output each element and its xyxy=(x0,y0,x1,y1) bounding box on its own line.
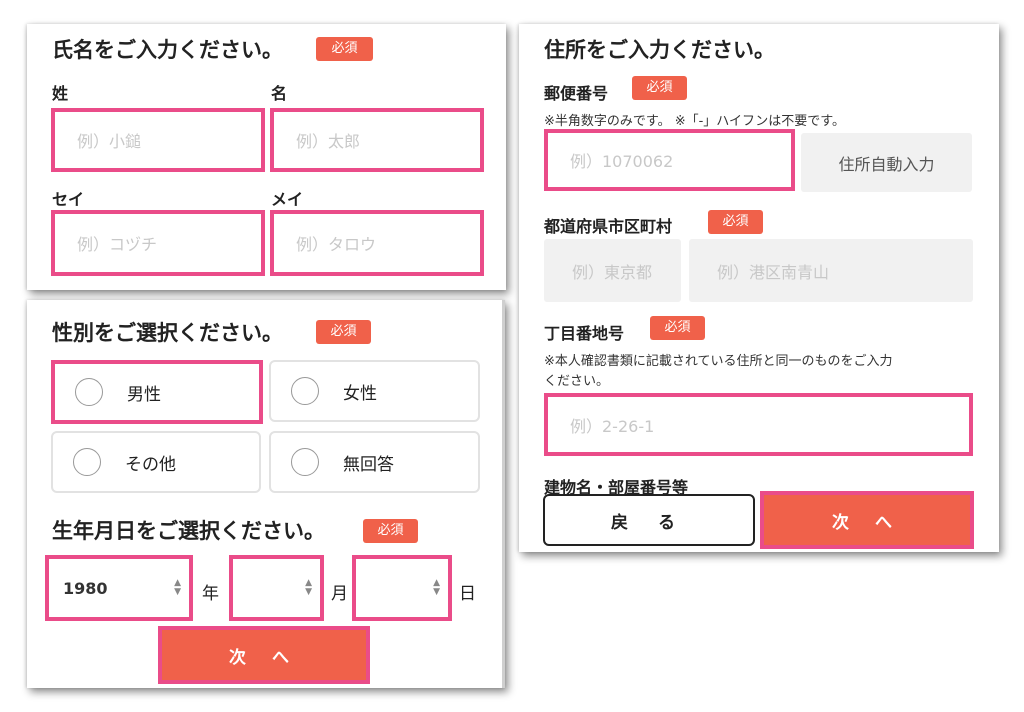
gender-birthday-panel: 性別をご選択ください。 必須 男性 女性 その他 無回答 生年月日をご選択くださ… xyxy=(27,300,505,688)
required-badge: 必須 xyxy=(363,519,418,543)
prefecture-input[interactable]: 例）東京都 xyxy=(544,239,681,302)
select-arrows-icon: ▲ ▼ xyxy=(433,578,440,597)
gender-option-label: 女性 xyxy=(343,383,377,404)
street-address-note-line2: ください。 xyxy=(544,374,610,389)
required-badge: 必須 xyxy=(316,37,373,61)
street-address-label: 丁目番地号 xyxy=(544,324,625,343)
first-name-label: 名 xyxy=(271,84,288,103)
address-auto-fill-button[interactable]: 住所自動入力 xyxy=(801,133,972,192)
last-kana-input[interactable]: 例）コヅチ xyxy=(51,210,265,276)
required-badge: 必須 xyxy=(632,76,687,100)
postal-code-label: 郵便番号 xyxy=(544,84,609,103)
address-section-title: 住所をご入力ください。 xyxy=(544,38,775,62)
first-kana-label: メイ xyxy=(271,190,304,209)
month-unit: 月 xyxy=(331,584,348,604)
city-input[interactable]: 例）港区南青山 xyxy=(689,239,973,302)
radio-button-icon xyxy=(291,448,319,476)
required-badge: 必須 xyxy=(650,316,705,340)
back-button[interactable]: 戻 る xyxy=(543,494,755,546)
prefecture-city-label: 都道府県市区町村 xyxy=(544,217,673,236)
address-next-button[interactable]: 次 へ xyxy=(760,491,974,549)
first-name-input[interactable]: 例）太郎 xyxy=(270,108,484,172)
gender-option-other[interactable]: その他 xyxy=(51,431,261,493)
street-address-input[interactable]: 例）2-26-1 xyxy=(544,393,973,456)
gender-section-title: 性別をご選択ください。 xyxy=(52,321,283,345)
birthday-section-title: 生年月日をご選択ください。 xyxy=(52,519,325,543)
birth-year-select[interactable]: 1980 ▲ ▼ xyxy=(45,555,193,621)
radio-button-icon xyxy=(73,448,101,476)
last-kana-label: セイ xyxy=(52,190,85,209)
postal-code-note: ※半角数字のみです。 ※「-」ハイフンは不要です。 xyxy=(544,114,846,129)
radio-button-icon xyxy=(291,377,319,405)
required-badge: 必須 xyxy=(708,210,763,234)
birth-year-value: 1980 xyxy=(63,578,108,598)
gender-option-male[interactable]: 男性 xyxy=(51,360,263,424)
first-kana-input[interactable]: 例）タロウ xyxy=(270,210,484,276)
address-panel: 住所をご入力ください。 郵便番号 必須 ※半角数字のみです。 ※「-」ハイフンは… xyxy=(519,24,999,552)
radio-button-icon xyxy=(75,378,103,406)
gender-option-label: 無回答 xyxy=(343,454,394,475)
select-arrows-icon: ▲ ▼ xyxy=(305,578,312,597)
name-section-title: 氏名をご入力ください。 xyxy=(52,38,283,62)
name-panel: 氏名をご入力ください。 必須 姓 名 例）小鎚 例）太郎 セイ メイ 例）コヅチ… xyxy=(27,24,506,290)
gender-option-no-answer[interactable]: 無回答 xyxy=(269,431,480,493)
birthday-next-button[interactable]: 次 へ xyxy=(158,626,370,684)
day-unit: 日 xyxy=(459,584,476,604)
birth-month-select[interactable]: ▲ ▼ xyxy=(229,555,324,621)
last-name-input[interactable]: 例）小鎚 xyxy=(51,108,265,172)
gender-option-female[interactable]: 女性 xyxy=(269,360,480,422)
last-name-label: 姓 xyxy=(52,84,69,103)
postal-code-input[interactable]: 例）1070062 xyxy=(544,129,795,191)
street-address-note-line1: ※本人確認書類に記載されている住所と同一のものをご入力 xyxy=(544,354,893,369)
gender-option-label: 男性 xyxy=(127,384,161,405)
gender-option-label: その他 xyxy=(125,454,176,475)
required-badge: 必須 xyxy=(316,320,371,344)
birth-day-select[interactable]: ▲ ▼ xyxy=(352,555,452,621)
select-arrows-icon: ▲ ▼ xyxy=(174,578,181,597)
year-unit: 年 xyxy=(202,584,219,604)
